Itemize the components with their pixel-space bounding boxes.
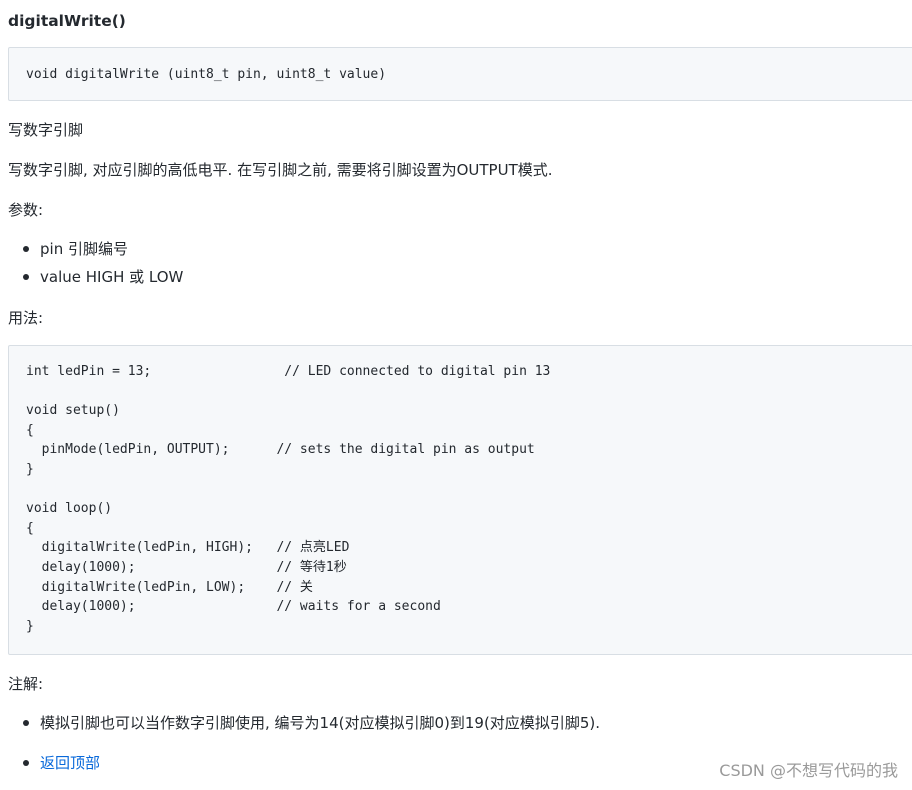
back-to-top-link[interactable]: 返回顶部 [40,754,100,772]
notes-list: 模拟引脚也可以当作数字引脚使用, 编号为14(对应模拟引脚0)到19(对应模拟引… [0,712,600,734]
list-item: 模拟引脚也可以当作数字引脚使用, 编号为14(对应模拟引脚0)到19(对应模拟引… [0,712,600,734]
list-item: pin 引脚编号 [0,238,183,260]
summary-text: 写数字引脚 [8,121,84,139]
page-title: digitalWrite() [8,12,126,30]
list-item: 返回顶部 [0,752,100,774]
params-heading: 参数: [8,201,44,219]
param-pin: pin 引脚编号 [40,240,128,258]
signature-code: void digitalWrite (uint8_t pin, uint8_t … [26,67,387,82]
list-item: value HIGH 或 LOW [0,266,183,288]
example-code: int ledPin = 13; // LED connected to dig… [26,364,551,634]
description-text: 写数字引脚, 对应引脚的高低电平. 在写引脚之前, 需要将引脚设置为OUTPUT… [8,161,553,179]
param-value: value HIGH 或 LOW [40,268,184,286]
note-analog-pins: 模拟引脚也可以当作数字引脚使用, 编号为14(对应模拟引脚0)到19(对应模拟引… [40,714,600,732]
example-code-block: int ledPin = 13; // LED connected to dig… [8,345,912,655]
back-to-top-list: 返回顶部 [0,752,100,774]
signature-code-block: void digitalWrite (uint8_t pin, uint8_t … [8,47,912,101]
csdn-watermark: CSDN @不想写代码的我 [719,761,898,780]
usage-heading: 用法: [8,309,44,327]
params-list: pin 引脚编号 value HIGH 或 LOW [0,238,183,294]
notes-heading: 注解: [8,675,44,693]
